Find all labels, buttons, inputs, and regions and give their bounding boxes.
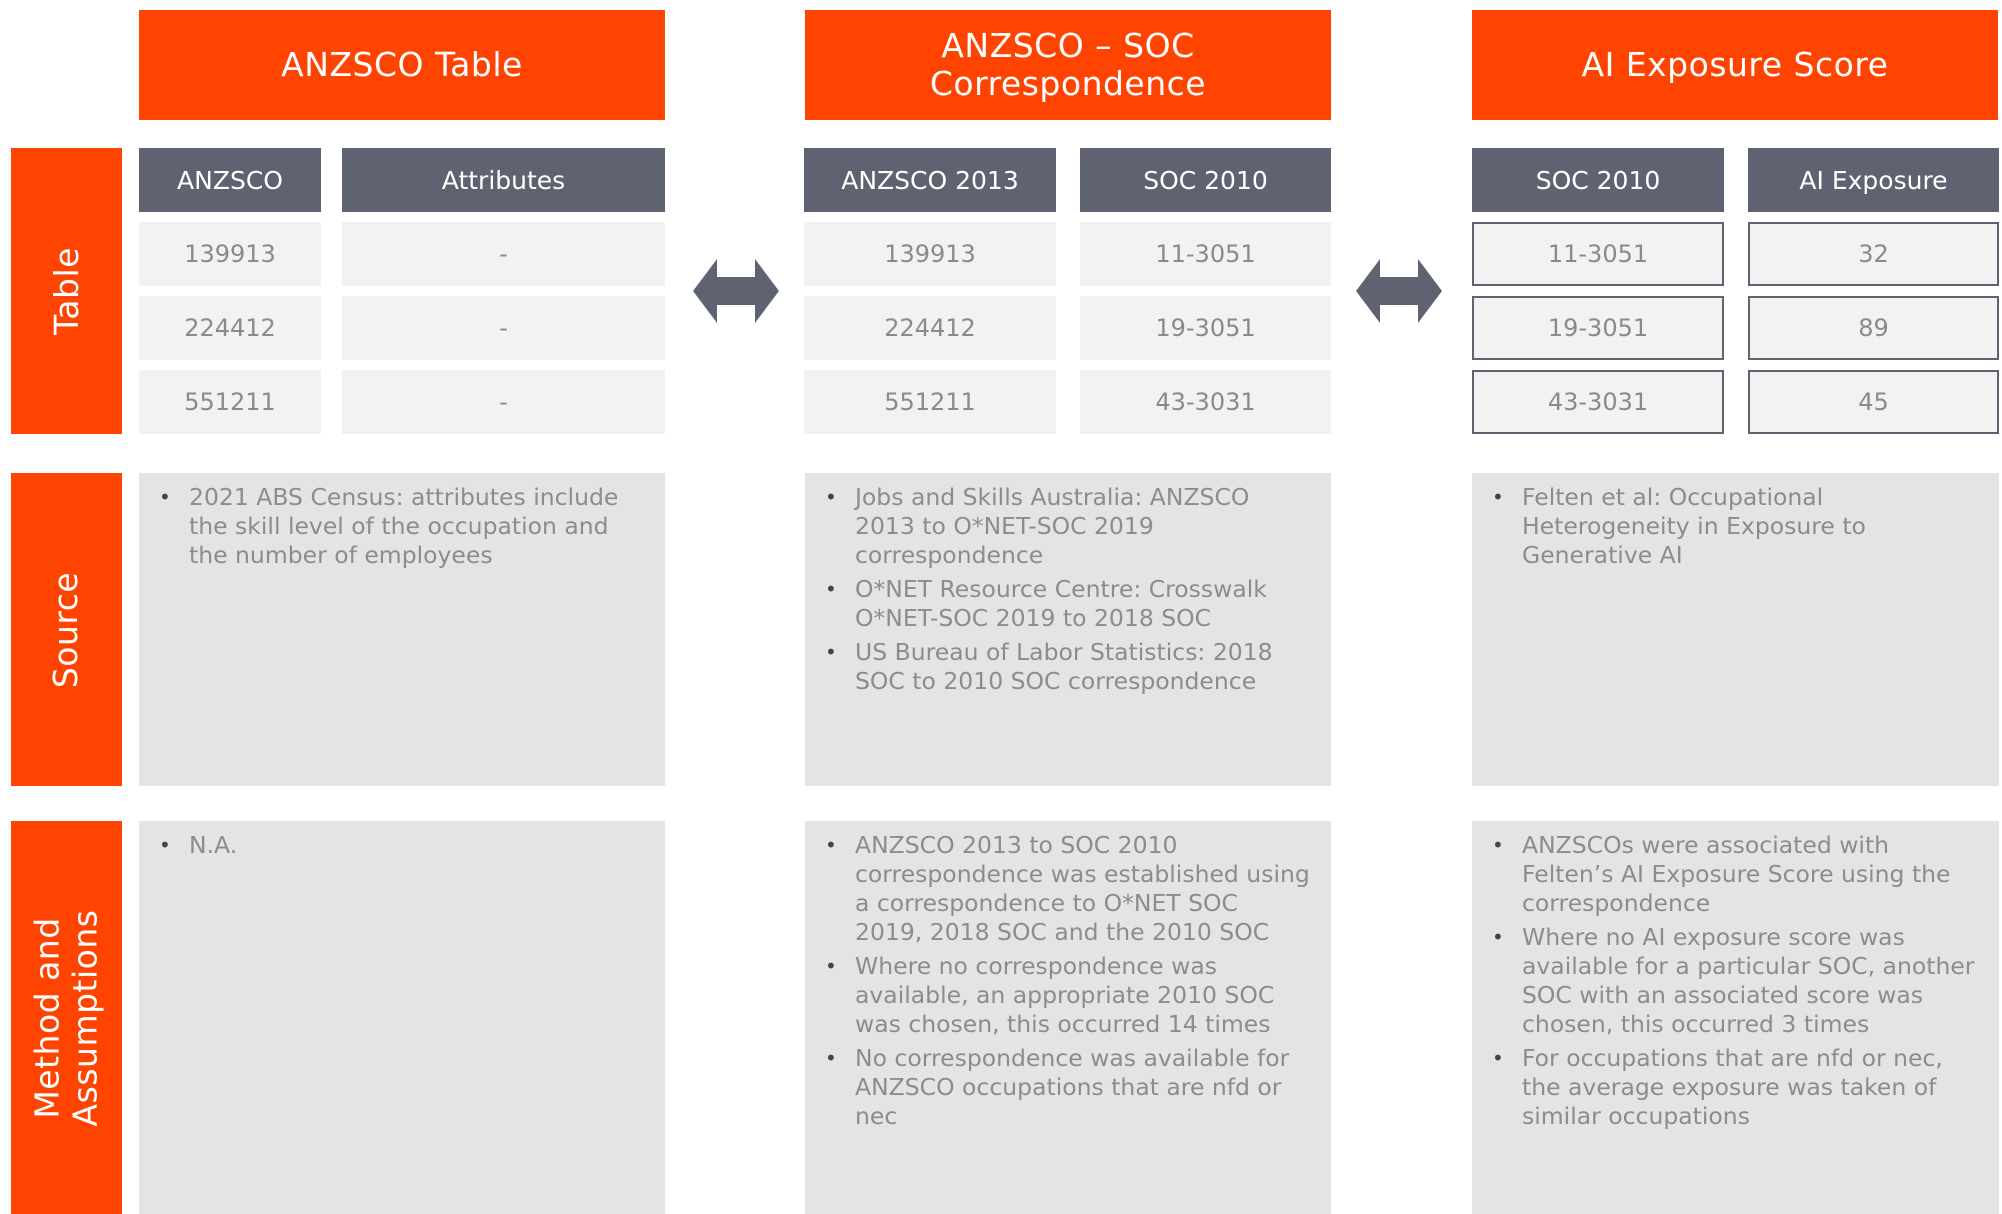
table-cell: -: [342, 296, 665, 360]
list-item: No correspondence was available for ANZS…: [805, 1044, 1311, 1131]
row-label-source: Source: [11, 473, 122, 786]
list-item: US Bureau of Labor Statistics: 2018 SOC …: [805, 638, 1311, 696]
list-item: ANZSCOs were associated with Felten’s AI…: [1472, 831, 1979, 918]
list-item: Where no AI exposure score was available…: [1472, 923, 1979, 1039]
list-item: 2021 ABS Census: attributes include the …: [139, 483, 645, 570]
table-cell: 32: [1748, 222, 1999, 286]
table-cell: 11-3051: [1080, 222, 1331, 286]
table-cell: 45: [1748, 370, 1999, 434]
list-item: ANZSCO 2013 to SOC 2010 correspondence w…: [805, 831, 1311, 947]
double-arrow-icon: [1356, 257, 1442, 325]
col3-title: AI Exposure Score: [1472, 10, 1998, 120]
table-cell: 551211: [139, 370, 321, 434]
col1-title: ANZSCO Table: [139, 10, 665, 120]
attributes-header: Attributes: [342, 148, 665, 212]
table-cell: -: [342, 222, 665, 286]
table-cell: 551211: [804, 370, 1056, 434]
anzsco-header: ANZSCO: [139, 148, 321, 212]
double-arrow-icon: [693, 257, 779, 325]
table-cell: 89: [1748, 296, 1999, 360]
soc-2010-header: SOC 2010: [1472, 148, 1724, 212]
soc-2010-header: SOC 2010: [1080, 148, 1331, 212]
method-panel-col3: ANZSCOs were associated with Felten’s AI…: [1472, 821, 1999, 1214]
ai-exposure-header: AI Exposure: [1748, 148, 1999, 212]
list-item: O*NET Resource Centre: Crosswalk O*NET-S…: [805, 575, 1311, 633]
table-cell: 224412: [804, 296, 1056, 360]
row-label-method: Method and Assumptions: [11, 821, 122, 1214]
method-panel-col1: N.A.: [139, 821, 665, 1214]
list-item: Felten et al: Occupational Heterogeneity…: [1472, 483, 1979, 570]
source-panel-col3: Felten et al: Occupational Heterogeneity…: [1472, 473, 1999, 786]
anzsco-2013-header: ANZSCO 2013: [804, 148, 1056, 212]
list-item: Where no correspondence was available, a…: [805, 952, 1311, 1039]
row-label-table: Table: [11, 148, 122, 434]
list-item: N.A.: [139, 831, 645, 860]
list-item: For occupations that are nfd or nec, the…: [1472, 1044, 1979, 1131]
list-item: Jobs and Skills Australia: ANZSCO 2013 t…: [805, 483, 1311, 570]
table-cell: 139913: [139, 222, 321, 286]
table-cell: 43-3031: [1472, 370, 1724, 434]
table-cell: 19-3051: [1472, 296, 1724, 360]
source-panel-col2: Jobs and Skills Australia: ANZSCO 2013 t…: [805, 473, 1331, 786]
col2-title: ANZSCO – SOC Correspondence: [805, 10, 1331, 120]
table-cell: -: [342, 370, 665, 434]
table-cell: 43-3031: [1080, 370, 1331, 434]
table-cell: 139913: [804, 222, 1056, 286]
table-cell: 19-3051: [1080, 296, 1331, 360]
table-cell: 11-3051: [1472, 222, 1724, 286]
method-panel-col2: ANZSCO 2013 to SOC 2010 correspondence w…: [805, 821, 1331, 1214]
table-cell: 224412: [139, 296, 321, 360]
source-panel-col1: 2021 ABS Census: attributes include the …: [139, 473, 665, 786]
